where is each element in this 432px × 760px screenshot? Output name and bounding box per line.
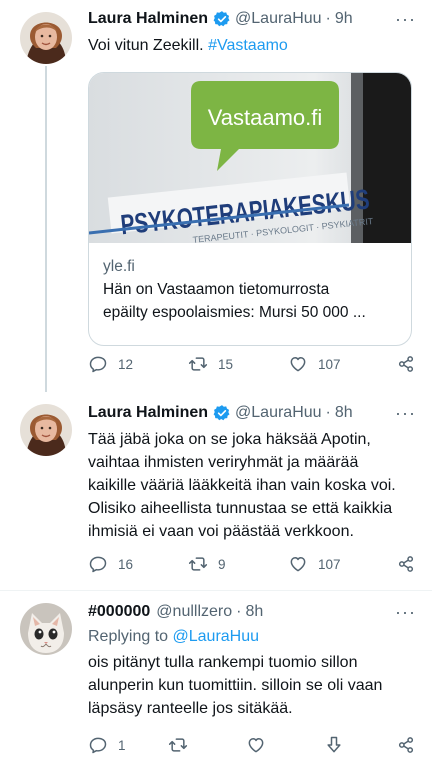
like-button[interactable]: 107 <box>288 354 388 374</box>
heart-icon <box>290 557 306 572</box>
verified-badge-icon <box>213 11 230 27</box>
cat-avatar-icon <box>20 603 72 655</box>
retweet-icon <box>188 357 208 371</box>
retweet-count: 15 <box>218 356 234 372</box>
timestamp[interactable]: 8h <box>335 404 353 422</box>
tweet[interactable]: #000000 @nulllzero · 8h ··· Replying to … <box>0 591 432 760</box>
downvote-button[interactable] <box>324 735 384 755</box>
reply-button[interactable]: 16 <box>88 554 188 574</box>
card-meta: yle.fi Hän on Vastaamon tietomurrosta ep… <box>103 255 397 324</box>
share-icon <box>398 356 414 372</box>
card-domain: yle.fi <box>103 258 135 275</box>
display-name[interactable]: #000000 <box>88 603 150 621</box>
share-button[interactable] <box>396 354 416 374</box>
like-button[interactable] <box>246 735 324 755</box>
retweet-count: 9 <box>218 556 226 572</box>
reply-icon <box>89 356 107 373</box>
reply-count: 16 <box>118 556 134 572</box>
link-card[interactable]: Vastaamo.fi PSYKOTERAPIAKESKUS TERAPEUTI… <box>88 72 412 346</box>
card-image: Vastaamo.fi PSYKOTERAPIAKESKUS TERAPEUTI… <box>89 73 411 243</box>
more-options-icon[interactable]: ··· <box>395 10 416 28</box>
tweet-header: Laura Halminen @LauraHuu · 9h ··· <box>88 8 416 30</box>
tweet[interactable]: Laura Halminen @LauraHuu · 8h ··· Tää jä… <box>0 392 432 590</box>
replying-to-label: Replying to <box>88 628 173 645</box>
more-options-icon[interactable]: ··· <box>395 603 416 621</box>
verified-badge-icon <box>213 405 230 421</box>
user-handle[interactable]: @nulllzero <box>156 603 232 621</box>
tweet-text: Voi vitun Zeekill. #Vastaamo <box>88 34 416 57</box>
card-photo-icon: Vastaamo.fi PSYKOTERAPIAKESKUS TERAPEUTI… <box>89 73 411 243</box>
replying-to: Replying to @LauraHuu <box>88 625 416 648</box>
card-title-line: epäilty espoolaismies: Mursi 50 000 ... <box>103 304 366 321</box>
reply-button[interactable]: 12 <box>88 354 188 374</box>
timestamp[interactable]: 9h <box>335 10 353 28</box>
more-options-icon[interactable]: ··· <box>395 404 416 422</box>
tweet-actions: 12 15 107 <box>88 352 416 376</box>
separator-dot: · <box>325 404 331 421</box>
tweet-header: #000000 @nulllzero · 8h ··· <box>88 601 416 623</box>
card-image-sign-text: Vastaamo.fi <box>208 105 323 130</box>
tweet-text-line: Olisiko aiheellista tunnustaa se että ka… <box>88 500 393 517</box>
display-name[interactable]: Laura Halminen <box>88 10 208 28</box>
user-handle[interactable]: @LauraHuu <box>235 404 322 422</box>
share-icon <box>398 737 414 753</box>
avatar[interactable] <box>20 404 72 456</box>
like-count: 107 <box>318 556 341 572</box>
tweet-text-line: ois pitänyt tulla rankempi tuomio sillon <box>88 654 358 671</box>
share-button[interactable] <box>396 735 416 755</box>
heart-icon <box>290 357 306 372</box>
tweet-text-line: vaihtaa ihmisten veriryhmät ja määrää <box>88 454 359 471</box>
tweet-text: Tää jäbä joka on se joka häksää Apotin, … <box>88 428 416 543</box>
like-button[interactable]: 107 <box>288 554 388 574</box>
down-arrow-icon <box>327 736 341 753</box>
retweet-icon <box>188 557 208 571</box>
card-title-line: Hän on Vastaamon tietomurrosta <box>103 281 330 298</box>
avatar-photo-icon <box>20 12 72 64</box>
separator-dot: · <box>325 10 331 27</box>
tweet-text-line: kaikille vääriä lääkkeitä ihan vain kosk… <box>88 477 396 494</box>
share-button[interactable] <box>396 554 416 574</box>
tweet-text: ois pitänyt tulla rankempi tuomio sillon… <box>88 651 416 720</box>
tweet-text-body: Voi vitun Zeekill. <box>88 37 204 54</box>
reply-icon <box>89 556 107 573</box>
reply-count: 12 <box>118 356 134 372</box>
tweet-actions: 1 <box>88 733 416 757</box>
retweet-button[interactable] <box>168 735 246 755</box>
share-icon <box>398 556 414 572</box>
tweet-text-line: alunperin kun tuomittiin. silloin se oli… <box>88 677 383 694</box>
user-handle[interactable]: @LauraHuu <box>235 10 322 28</box>
display-name[interactable]: Laura Halminen <box>88 404 208 422</box>
avatar[interactable] <box>20 603 72 655</box>
tweet-actions: 16 9 107 <box>88 552 416 576</box>
retweet-button[interactable]: 9 <box>188 554 288 574</box>
replying-to-handle[interactable]: @LauraHuu <box>173 628 260 645</box>
avatar[interactable] <box>20 12 72 64</box>
avatar-photo-icon <box>20 404 72 456</box>
reply-count: 1 <box>118 737 126 753</box>
tweet[interactable]: Laura Halminen @LauraHuu · 9h ··· Voi vi… <box>0 0 432 392</box>
separator-dot: · <box>236 603 242 620</box>
tweet-header: Laura Halminen @LauraHuu · 8h ··· <box>88 402 416 424</box>
tweet-text-line: Tää jäbä joka on se joka häksää Apotin, <box>88 431 371 448</box>
tweet-text-line: ihmisiä ei vaan voi päästää verkkoon. <box>88 523 354 540</box>
retweet-icon <box>168 738 188 752</box>
timestamp[interactable]: 8h <box>245 603 263 621</box>
like-count: 107 <box>318 356 341 372</box>
heart-icon <box>248 738 264 753</box>
tweet-text-line: läpsäsy ranteelle jos sitäkää. <box>88 700 293 717</box>
reply-button[interactable]: 1 <box>88 735 168 755</box>
reply-icon <box>89 737 107 754</box>
hashtag-link[interactable]: #Vastaamo <box>208 37 288 54</box>
retweet-button[interactable]: 15 <box>188 354 288 374</box>
